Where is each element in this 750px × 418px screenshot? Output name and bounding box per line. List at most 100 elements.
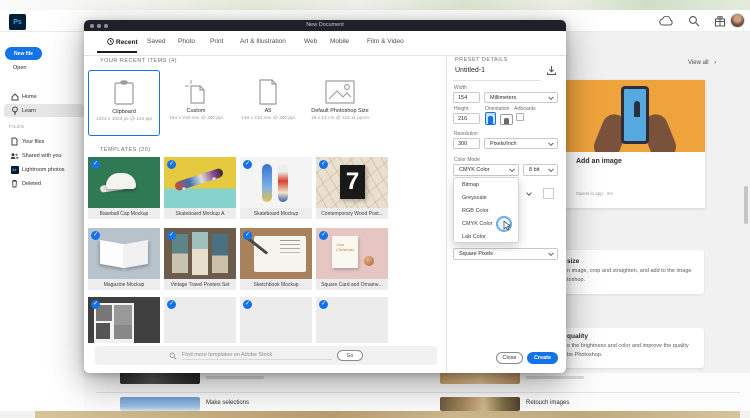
resolution-unit-select[interactable]: Pixels/Inch (484, 138, 558, 149)
recent-item-a5[interactable]: A5 148 x 210 mm @ 300 ppi (232, 70, 304, 136)
tutorial-fragment-title: size (567, 258, 579, 265)
check-icon[interactable]: ✓ (167, 300, 176, 309)
tutorial-card-add-an-image[interactable]: Add an image Opens in app · 2m (566, 80, 705, 208)
check-icon[interactable]: ✓ (319, 160, 328, 169)
sidebar-item-deleted[interactable]: Deleted (0, 177, 80, 190)
template-vintage-travel-posters[interactable]: ✓ Vintage Travel Posters Set (164, 228, 236, 290)
active-tab-underline (97, 51, 137, 53)
sidebar-item-label: Shared with you (22, 153, 61, 159)
sidebar-item-label: Lightroom photos (22, 167, 65, 173)
tab-web[interactable]: Web (304, 38, 317, 45)
orientation-landscape-button[interactable] (500, 114, 513, 125)
menu-item-bitmap[interactable]: Bitmap (454, 178, 518, 191)
tab-recent[interactable]: Recent (107, 38, 138, 46)
tab-photo[interactable]: Photo (178, 38, 195, 45)
check-icon[interactable]: ✓ (167, 160, 176, 169)
cloud-sync-icon[interactable] (659, 16, 673, 26)
template-square-card-ornament[interactable]: ✓ YourChristmas Square Card and Orname..… (316, 228, 388, 290)
width-input[interactable]: 154 (453, 92, 480, 103)
unit-select[interactable]: Millimeters (484, 92, 558, 103)
tab-print[interactable]: Print (210, 38, 223, 45)
gift-icon[interactable] (714, 15, 726, 27)
tutorial-fragment-line: be Photoshop. (567, 352, 602, 358)
people-icon (10, 152, 19, 160)
check-icon[interactable]: ✓ (91, 300, 100, 309)
tutorial-thumbnail-make-selections[interactable] (120, 397, 200, 411)
tutorial-row-title[interactable]: Retouch images (526, 400, 569, 406)
image-icon (304, 79, 376, 105)
template-skateboard-mockup[interactable]: ✓ Skateboard Mockup (240, 157, 312, 219)
pixel-aspect-value: Square Pixels (459, 251, 493, 257)
chevron-right-icon: › (714, 60, 716, 66)
template-item[interactable]: ✓ (164, 297, 236, 343)
recent-item-default-photoshop-size[interactable]: Default Photoshop Size 16 x 12 cm @ 118.… (304, 70, 376, 136)
sidebar-item-label: Deleted (22, 181, 41, 187)
cursor-icon (503, 221, 511, 230)
resolution-input[interactable]: 300 (453, 138, 480, 149)
template-baseball-cap-mockup[interactable]: ✓ Baseball Cap Mockup (88, 157, 160, 219)
tab-saved[interactable]: Saved (147, 38, 165, 45)
sidebar-item-home[interactable]: Home (0, 90, 80, 103)
sidebar (0, 32, 84, 411)
check-icon[interactable]: ✓ (243, 160, 252, 169)
menu-item-rgb-color[interactable]: RGB Color (454, 204, 518, 217)
recent-item-clipboard[interactable]: Clipboard 1024 x 1024 px @ 144 ppi (88, 70, 160, 136)
template-item[interactable]: ✓ (240, 297, 312, 343)
tutorial-card-title: Add an image (576, 158, 622, 165)
go-button[interactable]: Go (337, 350, 363, 361)
bit-depth-select[interactable]: 8 bit (523, 164, 558, 176)
clipboard-icon (89, 80, 159, 106)
menu-item-greyscale[interactable]: Greyscale (454, 191, 518, 204)
check-icon[interactable]: ✓ (319, 300, 328, 309)
chevron-down-icon (509, 166, 515, 172)
new-file-button[interactable]: New file (5, 47, 42, 60)
menu-item-label: CMYK Color (462, 221, 493, 227)
tab-mobile[interactable]: Mobile (330, 38, 349, 45)
check-icon[interactable]: ✓ (167, 231, 176, 240)
user-avatar[interactable] (730, 13, 745, 28)
template-sketchbook-mockup[interactable]: ✓ Sketchbook Mockup (240, 228, 312, 290)
caption-placeholder (206, 376, 264, 379)
pixel-aspect-ratio-select[interactable]: Square Pixels (453, 248, 558, 260)
height-input[interactable]: 216 (453, 113, 480, 124)
artboards-checkbox[interactable] (516, 113, 524, 121)
tutorial-thumbnail-retouch-images[interactable] (440, 397, 520, 411)
page-scrollbar[interactable] (744, 186, 748, 224)
template-contemporary-wood-poster[interactable]: ✓ 7 Contemporary Wood Post... (316, 157, 388, 219)
check-icon[interactable]: ✓ (91, 160, 100, 169)
template-photo-collage[interactable]: ✓ (88, 297, 160, 343)
tutorial-row-title[interactable]: Make selections (206, 400, 249, 406)
tab-art-illustration[interactable]: Art & Illustration (240, 38, 286, 45)
template-magazine-mockup[interactable]: ✓ Magazine Mockup (88, 228, 160, 290)
check-icon[interactable]: ✓ (319, 231, 328, 240)
orientation-portrait-button[interactable] (485, 112, 496, 125)
template-skateboard-mockup-a[interactable]: ✓ Skateboard Mockup A (164, 157, 236, 219)
check-icon[interactable]: ✓ (91, 231, 100, 240)
sidebar-item-your-files[interactable]: Your files (0, 135, 80, 148)
sidebar-item-label: Home (22, 94, 37, 100)
check-icon[interactable]: ✓ (243, 300, 252, 309)
tutorial-fragment-line: e the brightness and color and improve t… (567, 343, 689, 349)
open-button[interactable]: Open (13, 65, 26, 71)
trash-icon (10, 179, 19, 188)
stock-search-input[interactable]: Find more templates on Adobe Stock (182, 352, 332, 360)
recent-item-custom[interactable]: Custom 154 x 216 mm @ 300 ppi (160, 70, 232, 136)
search-icon[interactable] (688, 15, 700, 27)
document-name-input[interactable]: Untitled-1 (455, 67, 485, 74)
save-preset-icon[interactable] (546, 65, 557, 76)
background-color-swatch[interactable] (543, 188, 554, 199)
clock-icon (107, 38, 114, 45)
bit-depth-value: 8 bit (529, 167, 539, 173)
stock-search-bar: Find more templates on Adobe Stock Go (95, 346, 437, 365)
sidebar-item-learn[interactable]: Learn (4, 104, 84, 117)
sidebar-item-lightroom-photos[interactable]: Lr Lightroom photos (0, 163, 80, 176)
sidebar-item-shared-with-you[interactable]: Shared with you (0, 149, 80, 162)
view-all-link[interactable]: View all › (688, 60, 716, 66)
check-icon[interactable]: ✓ (243, 231, 252, 240)
template-item[interactable]: ✓ (316, 297, 388, 343)
color-mode-select[interactable]: CMYK Color (453, 164, 519, 176)
create-button[interactable]: Create (527, 352, 558, 364)
menu-item-lab-color[interactable]: Lab Color (454, 231, 518, 244)
close-button[interactable]: Close (496, 352, 523, 364)
tab-film-video[interactable]: Film & Video (367, 38, 404, 45)
